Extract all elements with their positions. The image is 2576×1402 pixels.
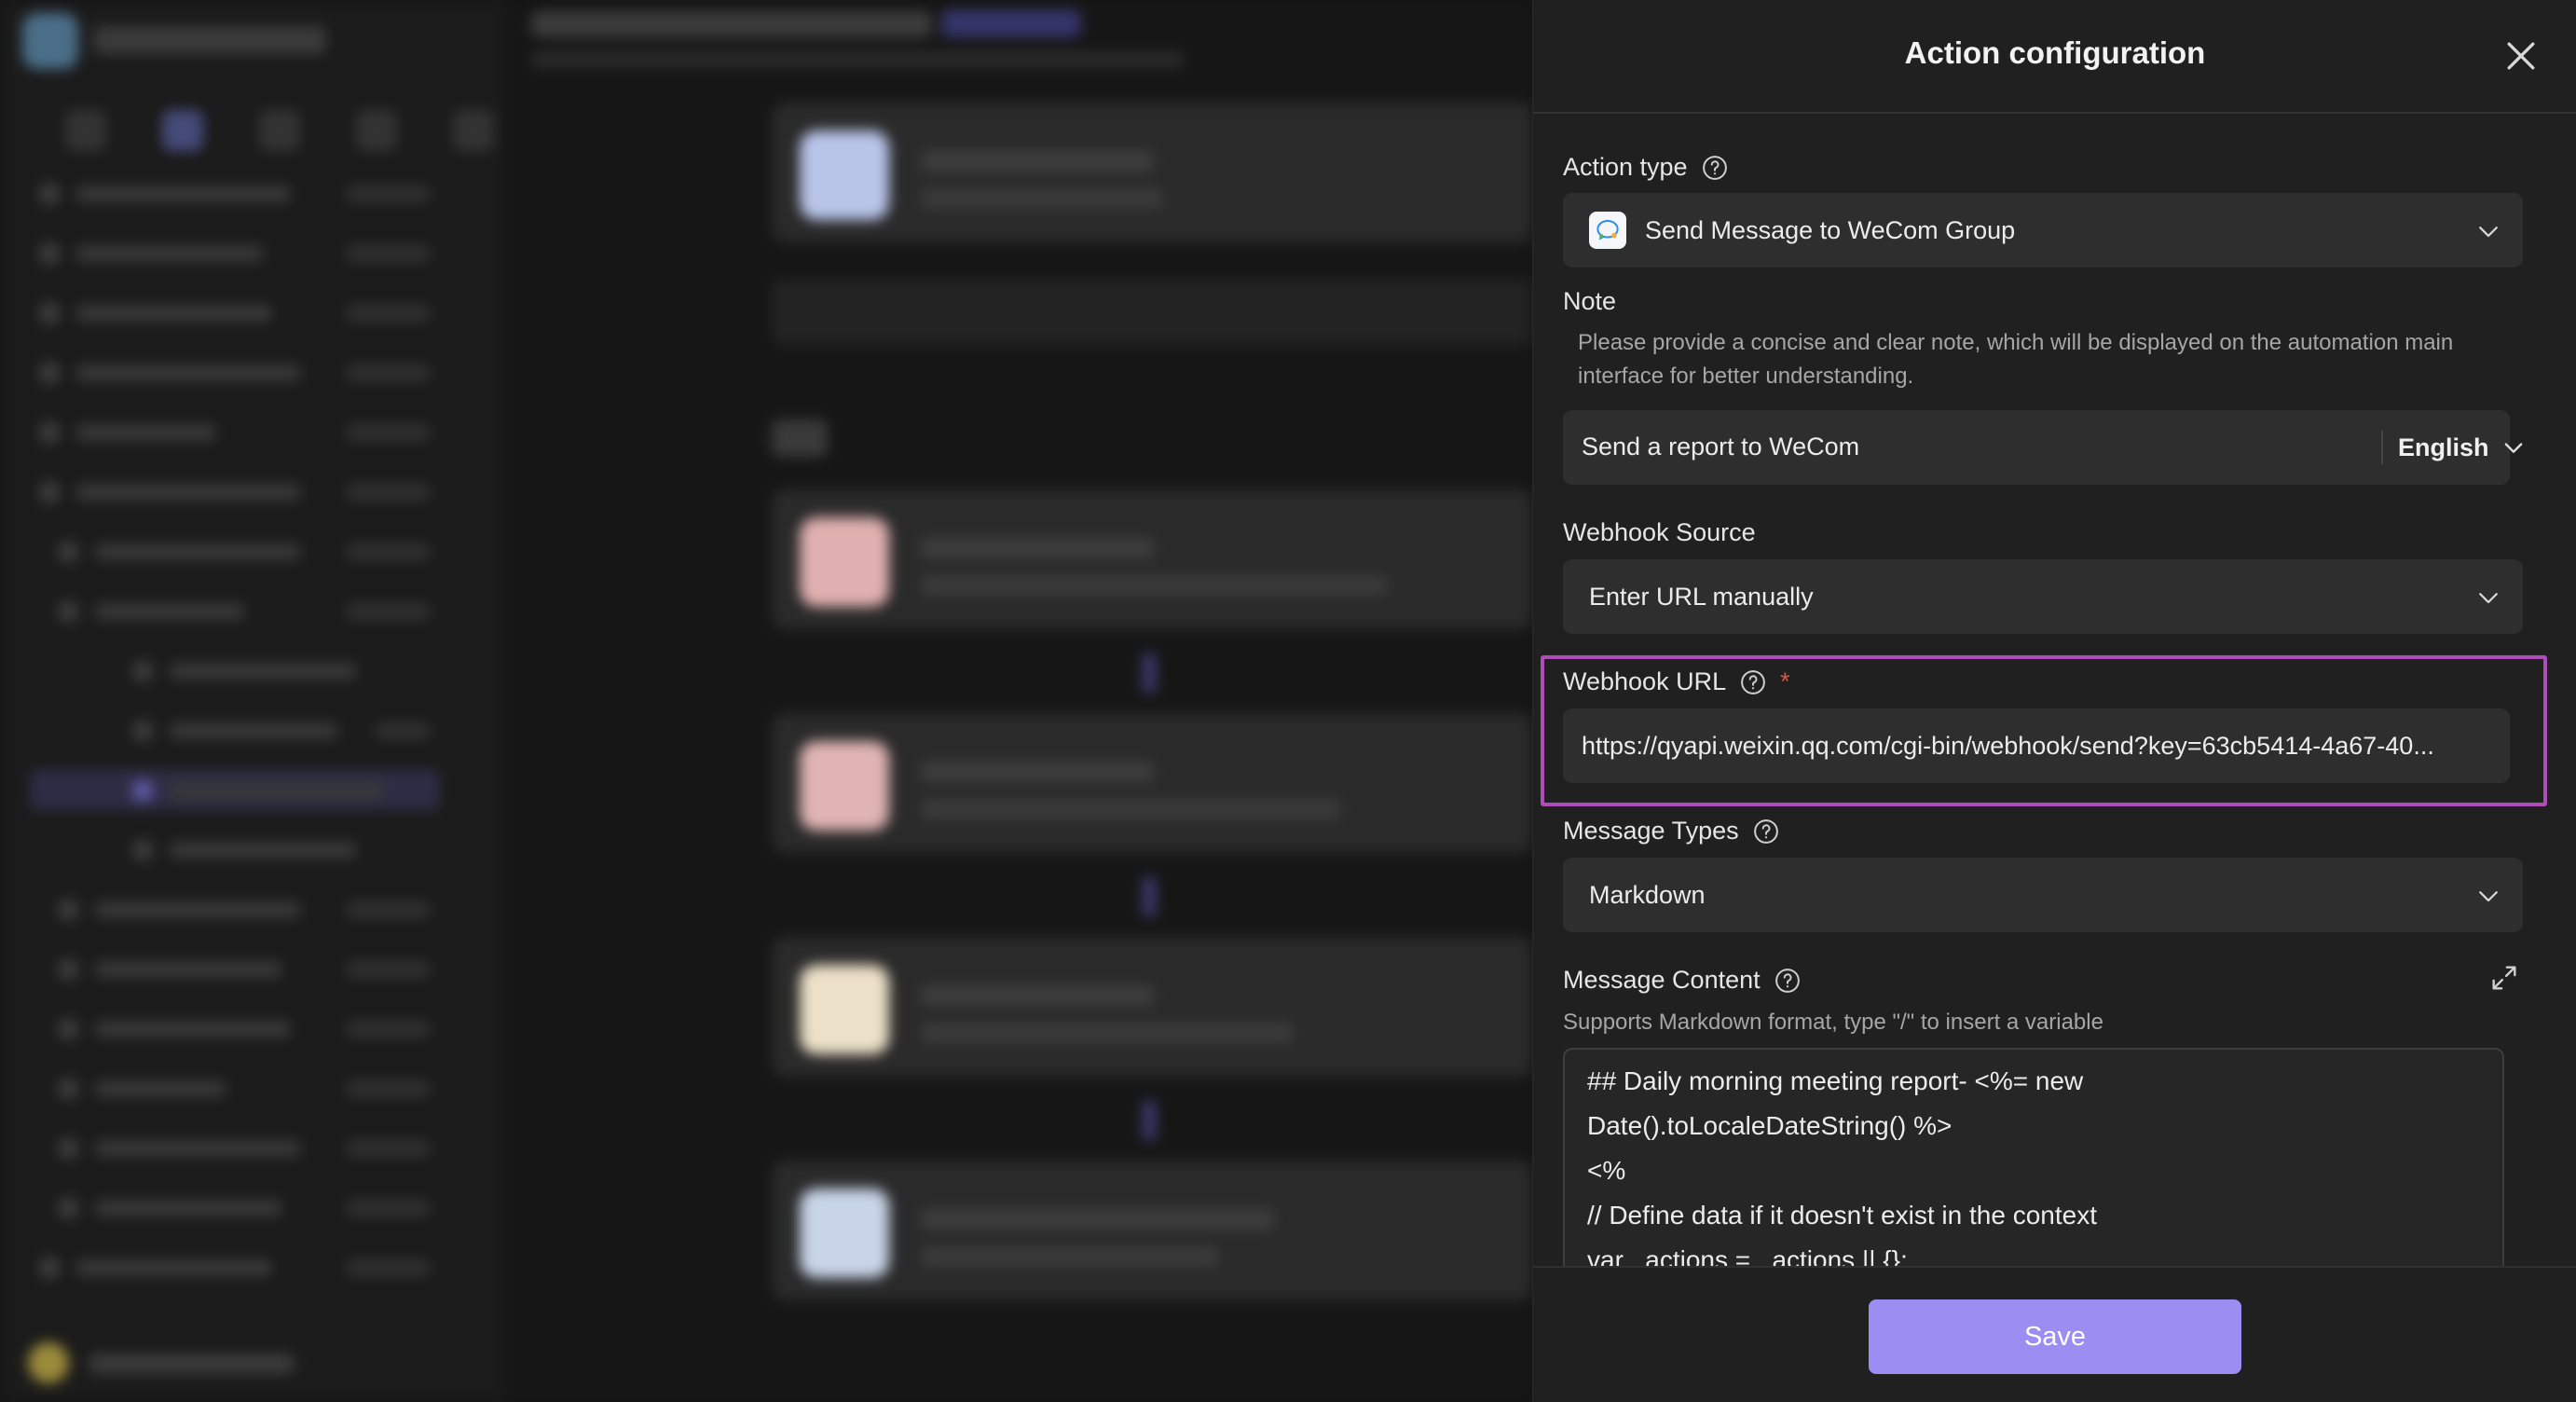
expand-icon[interactable] bbox=[2488, 962, 2520, 994]
language-select[interactable]: English bbox=[2398, 431, 2527, 464]
message-types-select[interactable]: Markdown bbox=[1563, 858, 2523, 932]
action-type-label: Action type bbox=[1563, 153, 1729, 182]
background-page-subtitle bbox=[531, 52, 1184, 67]
background-action-card bbox=[772, 713, 1532, 853]
note-input-value: Send a report to WeCom bbox=[1582, 433, 1860, 460]
message-content-editor[interactable]: ## Daily morning meeting report- <%= new… bbox=[1563, 1048, 2504, 1268]
webhook-source-label: Webhook Source bbox=[1563, 518, 1756, 546]
background-action-card bbox=[772, 937, 1532, 1077]
background-sidebar-list bbox=[30, 172, 440, 1306]
webhook-url-label: Webhook URL * bbox=[1563, 667, 1790, 696]
message-content-hint: Supports Markdown format, type "/" to in… bbox=[1563, 1010, 2103, 1035]
background-user-avatar bbox=[28, 1342, 69, 1383]
editor-line: <% bbox=[1587, 1156, 1626, 1185]
background-logo bbox=[22, 13, 78, 69]
background-user-name bbox=[89, 1354, 295, 1374]
webhook-url-value: https://qyapi.weixin.qq.com/cgi-bin/webh… bbox=[1582, 731, 2434, 760]
background-action-card bbox=[772, 489, 1532, 629]
close-icon bbox=[2507, 42, 2535, 70]
chevron-down-icon bbox=[2474, 217, 2502, 245]
chevron-down-icon bbox=[2474, 882, 2502, 910]
background-trigger-card bbox=[772, 103, 1532, 242]
help-icon[interactable] bbox=[1701, 154, 1729, 182]
background-sidebar-toolbar bbox=[65, 110, 494, 151]
save-button[interactable]: Save bbox=[1869, 1299, 2241, 1374]
background-status-badge bbox=[941, 9, 1081, 37]
editor-line: var _actions = _actions || {}; bbox=[1587, 1245, 1908, 1268]
close-button[interactable] bbox=[2501, 35, 2542, 76]
help-icon[interactable] bbox=[1774, 967, 1802, 995]
required-marker: * bbox=[1780, 667, 1790, 695]
editor-line: ## Daily morning meeting report- <%= new bbox=[1587, 1066, 2084, 1095]
background-app bbox=[0, 0, 1532, 1402]
background-page-title bbox=[531, 11, 932, 37]
editor-line: // Define data if it doesn't exist in th… bbox=[1587, 1201, 2097, 1230]
webhook-url-input[interactable]: https://qyapi.weixin.qq.com/cgi-bin/webh… bbox=[1563, 708, 2510, 783]
background-add-trigger-button bbox=[772, 280, 1532, 345]
background-section-title bbox=[772, 419, 828, 457]
webhook-source-select[interactable]: Enter URL manually bbox=[1563, 559, 2523, 634]
drawer-header: Action configuration bbox=[1533, 0, 2576, 114]
editor-line: Date().toLocaleDateString() %> bbox=[1587, 1111, 1953, 1140]
help-icon[interactable] bbox=[1752, 818, 1780, 845]
drawer-title: Action configuration bbox=[1904, 35, 2206, 70]
drawer-footer: Save bbox=[1533, 1266, 2576, 1402]
background-sidebar bbox=[0, 0, 503, 1402]
wecom-icon bbox=[1589, 212, 1626, 249]
background-workspace-title bbox=[93, 26, 326, 54]
action-configuration-drawer: Action configuration Action type Send Me… bbox=[1532, 0, 2576, 1402]
help-icon[interactable] bbox=[1739, 668, 1767, 696]
note-label: Note bbox=[1563, 287, 1617, 315]
message-types-label: Message Types bbox=[1563, 817, 1780, 845]
background-action-card bbox=[772, 1161, 1532, 1300]
note-hint: Please provide a concise and clear note,… bbox=[1578, 330, 2454, 389]
action-type-select[interactable]: Send Message to WeCom Group bbox=[1563, 193, 2523, 268]
message-content-label: Message Content bbox=[1563, 966, 1802, 995]
chevron-down-icon bbox=[2474, 584, 2502, 612]
note-input[interactable]: Send a report to WeCom English bbox=[1563, 410, 2522, 485]
chevron-down-icon bbox=[2504, 443, 2522, 453]
